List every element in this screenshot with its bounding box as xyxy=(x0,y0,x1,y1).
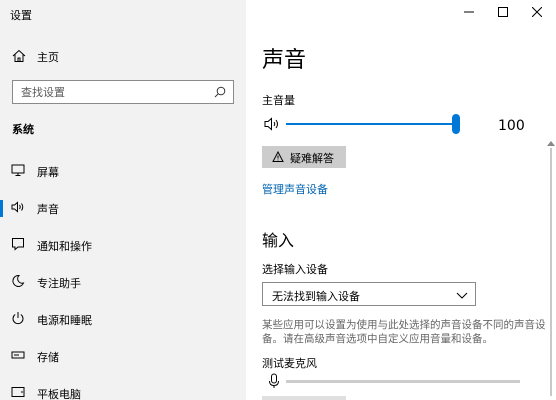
scrollbar[interactable] xyxy=(550,148,552,396)
sidebar-item-notifications[interactable]: 通知和操作 xyxy=(0,232,246,258)
sidebar-item-sound[interactable]: 声音 xyxy=(0,195,246,221)
sidebar-item-label: 声音 xyxy=(37,203,59,216)
page-title: 声音 xyxy=(262,48,307,73)
input-device-note: 某些应用可以设置为使用与此处选择的声音设备不同的声音设备。请在高级声音选项中自定… xyxy=(262,319,546,345)
window-title: 设置 xyxy=(10,9,32,22)
sidebar-item-label: 通知和操作 xyxy=(37,240,92,253)
moon-icon xyxy=(12,274,25,287)
nav-home[interactable]: 主页 xyxy=(0,44,246,70)
sidebar-item-display[interactable]: 屏幕 xyxy=(0,158,246,184)
sidebar-item-power-sleep[interactable]: 电源和睡眠 xyxy=(0,306,246,332)
warning-icon xyxy=(272,151,284,162)
sidebar-item-label: 电源和睡眠 xyxy=(37,314,92,327)
test-microphone-label: 测试麦克风 xyxy=(262,357,317,370)
sidebar-item-storage[interactable]: 存储 xyxy=(0,343,246,369)
monitor-icon xyxy=(11,164,25,176)
troubleshoot-label: 疑难解答 xyxy=(290,152,334,165)
volume-thumb[interactable] xyxy=(452,114,460,134)
notification-icon xyxy=(12,238,24,251)
microphone-icon xyxy=(269,373,279,388)
home-icon xyxy=(12,49,26,62)
active-indicator xyxy=(0,200,3,217)
speaker-icon xyxy=(11,201,24,213)
input-device-dropdown[interactable]: 无法找到输入设备 xyxy=(262,282,476,306)
volume-track xyxy=(286,123,460,125)
volume-value: 100 xyxy=(498,118,525,134)
speaker-icon[interactable] xyxy=(264,116,282,132)
section-heading-system: 系统 xyxy=(12,123,34,136)
sidebar-item-focus-assist[interactable]: 专注助手 xyxy=(0,269,246,295)
chevron-down-icon xyxy=(456,292,468,299)
device-properties-button[interactable] xyxy=(262,396,346,400)
master-volume-label: 主音量 xyxy=(262,94,295,107)
troubleshoot-button[interactable]: 疑难解答 xyxy=(262,146,346,168)
sidebar: 设置 主页 系统 屏幕 声音 通知和操作 专注助手 电源和睡眠 存储 平板电脑 xyxy=(0,0,246,400)
sidebar-item-label: 屏幕 xyxy=(37,166,59,179)
master-volume-slider[interactable] xyxy=(286,114,460,134)
search-icon[interactable] xyxy=(214,86,226,98)
maximize-button[interactable] xyxy=(486,0,520,26)
power-icon xyxy=(12,312,24,325)
tablet-icon xyxy=(11,387,25,397)
storage-icon xyxy=(11,351,25,359)
nav-home-label: 主页 xyxy=(37,51,59,64)
input-section-heading: 输入 xyxy=(262,231,295,250)
sidebar-item-label: 专注助手 xyxy=(37,277,81,290)
search-box[interactable] xyxy=(12,80,234,104)
search-input[interactable] xyxy=(21,84,201,100)
minimize-button[interactable] xyxy=(452,0,486,26)
sidebar-item-label: 平板电脑 xyxy=(37,388,81,400)
select-input-device-label: 选择输入设备 xyxy=(262,263,328,276)
close-button[interactable] xyxy=(520,0,554,26)
sidebar-item-tablet[interactable]: 平板电脑 xyxy=(0,380,246,400)
content-pane: 声音 主音量 100 疑难解答 管理声音设备 输入 选择输入设备 无法找到输入设… xyxy=(246,0,556,400)
manage-sound-devices-link[interactable]: 管理声音设备 xyxy=(262,181,328,197)
sidebar-item-label: 存储 xyxy=(37,351,59,364)
minimize-icon xyxy=(464,11,474,13)
scroll-up-arrow-icon[interactable] xyxy=(547,140,555,146)
selected-input-device: 无法找到输入设备 xyxy=(272,290,360,303)
close-icon xyxy=(532,7,542,17)
maximize-icon xyxy=(498,7,508,17)
microphone-level-meter xyxy=(286,380,520,383)
